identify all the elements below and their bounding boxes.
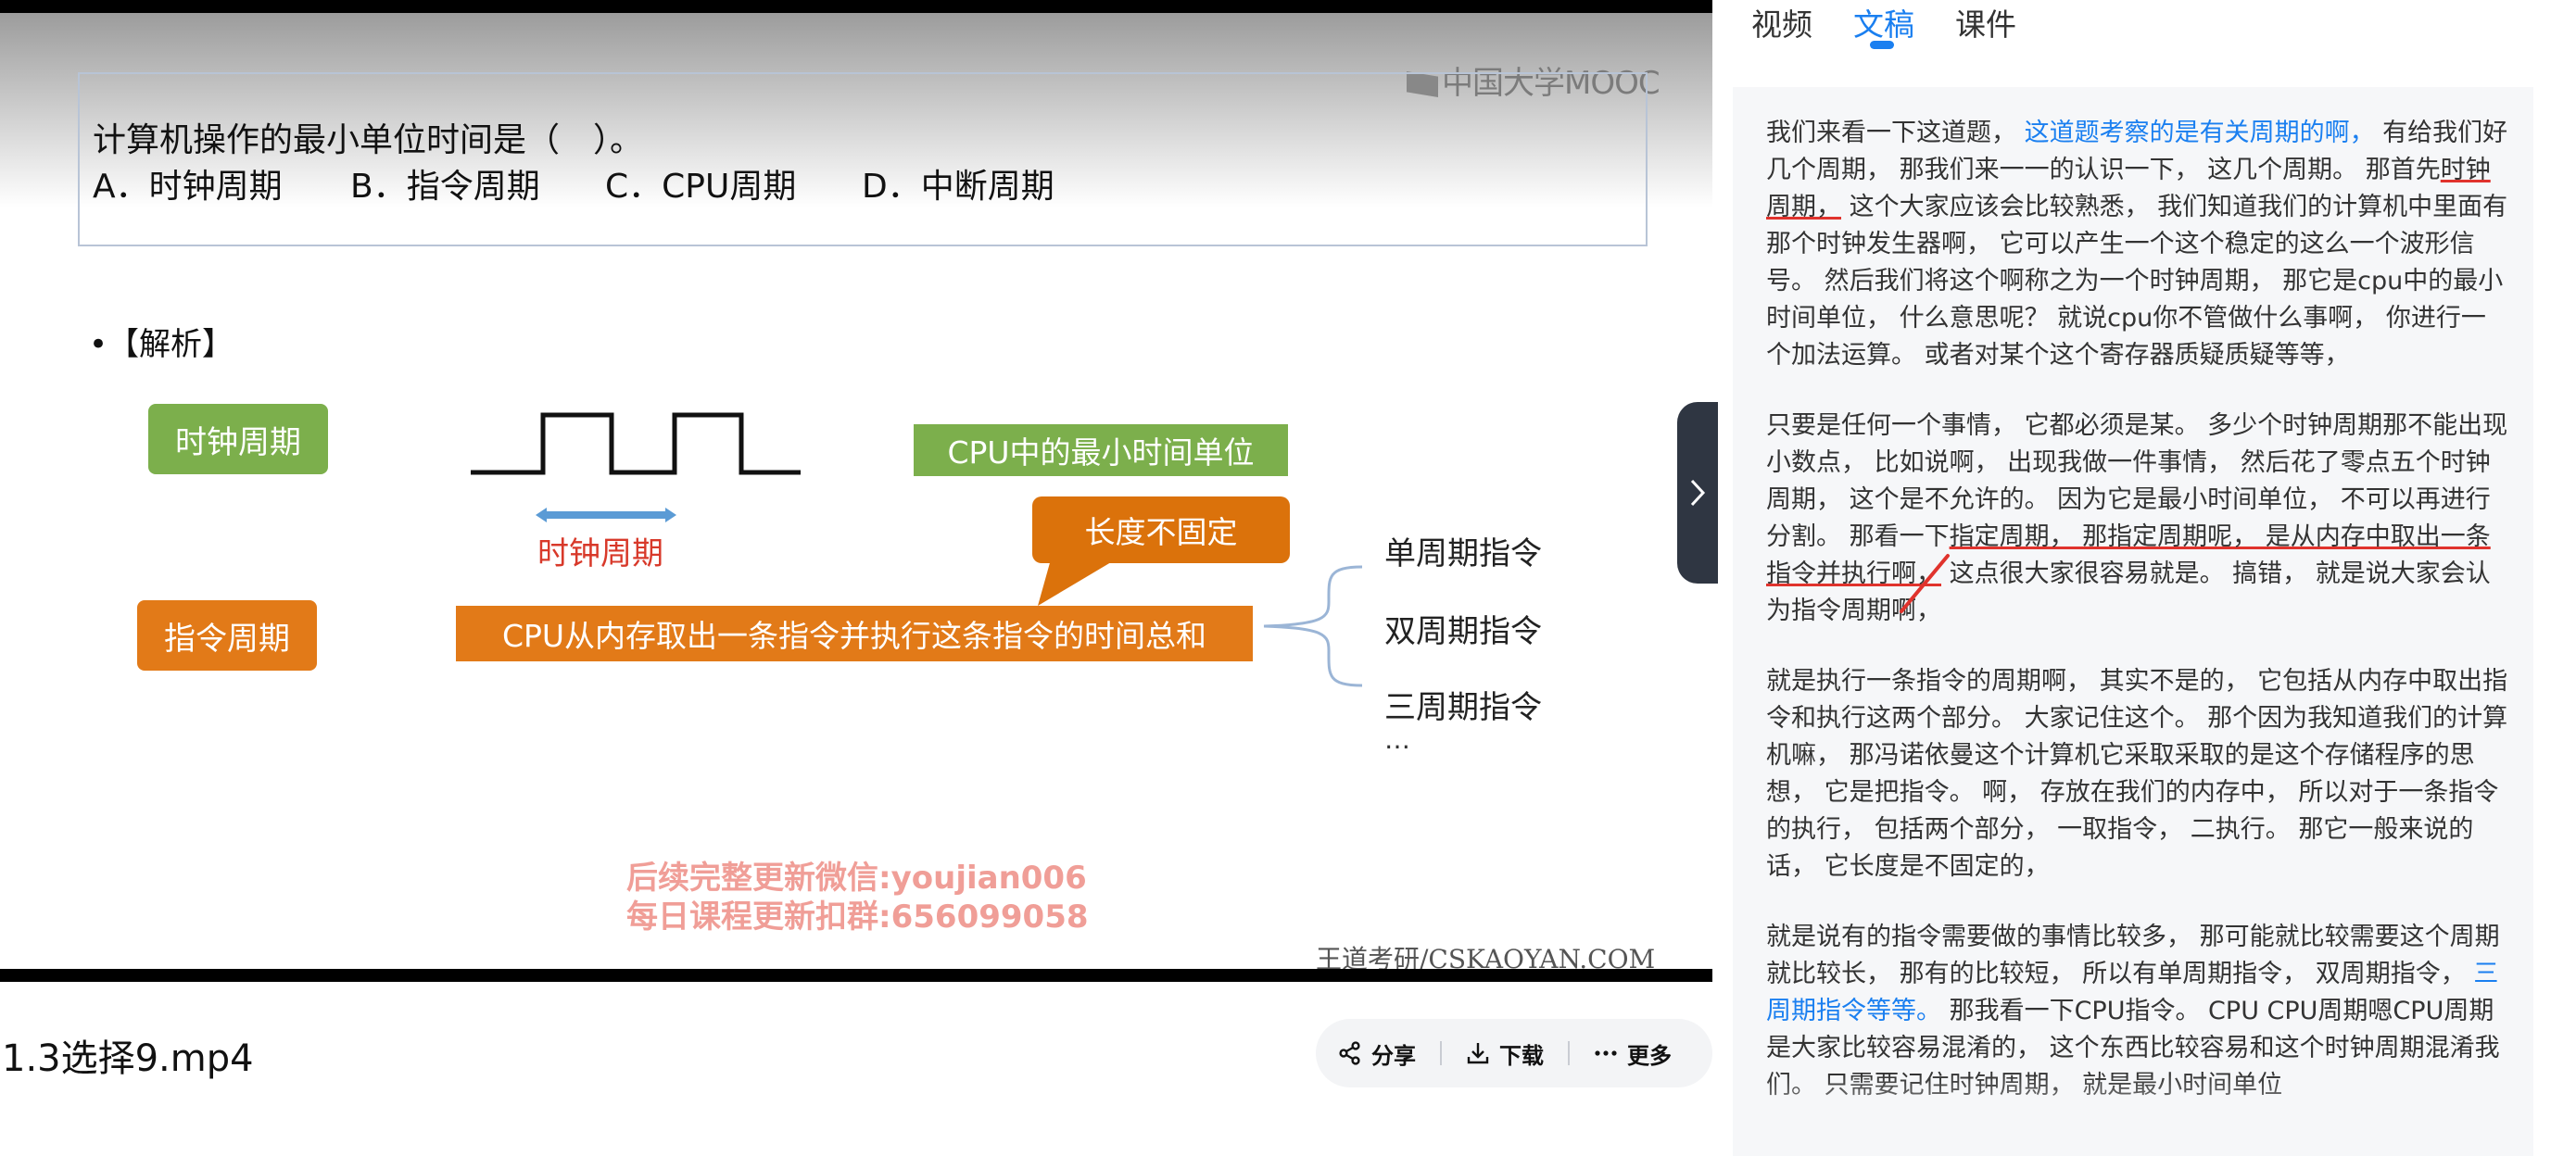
instruction-cycle-definition: CPU从内存取出一条指令并执行这条指令的时间总和 [456, 606, 1253, 661]
option-c: C．CPU周期 [605, 168, 797, 206]
brace-icon [1263, 565, 1363, 687]
question-text: 计算机操作的最小单位时间是（ ）。 [93, 121, 644, 159]
clock-waveform-icon [471, 412, 801, 475]
question-options: A．时钟周期 B．指令周期 C．CPU周期 D．中断周期 [93, 159, 1054, 207]
more-dots-icon [1595, 1050, 1617, 1056]
transcript-panel[interactable]: 我们来看一下这道题， 这道题考察的是有关周期的啊， 有给我们好几个周期， 那我们… [1733, 87, 2533, 1156]
download-label: 下载 [1499, 1042, 1544, 1069]
option-a: A．时钟周期 [93, 168, 283, 206]
more-button[interactable]: 更多 [1594, 1037, 1672, 1070]
share-button[interactable]: 分享 [1338, 1037, 1416, 1070]
video-file-name: 1.3选择9.mp4 [2, 1037, 254, 1080]
clock-cycle-label: 时钟周期 [537, 535, 663, 572]
clock-cycle-span-icon [536, 508, 676, 522]
watermark-group: 每日课程更新扣群:656099058 [626, 898, 1089, 936]
clock-cycle-chip: 时钟周期 [148, 404, 328, 474]
option-b: B．指令周期 [350, 168, 540, 206]
tab-courseware[interactable]: 课件 [1955, 0, 2016, 52]
share-label: 分享 [1371, 1042, 1416, 1069]
transcript-paragraph: 我们来看一下这道题， 这道题考察的是有关周期的啊， 有给我们好几个周期， 那我们… [1766, 115, 2509, 374]
site-watermark: 王道考研/CSKAOYAN.COM [1316, 944, 1656, 974]
tab-transcript[interactable]: 文稿 [1853, 0, 1914, 52]
panel-tabs: 视频 文稿 课件 [1751, 0, 2016, 52]
panel-toggle-button[interactable] [1677, 402, 1718, 584]
action-bar: 分享 下载 更多 [1316, 1019, 1712, 1087]
length-not-fixed-callout: 长度不固定 [1032, 496, 1290, 563]
divider [1568, 1041, 1570, 1065]
download-button[interactable]: 下载 [1466, 1037, 1544, 1070]
transcript-text: 这个大家应该会比较熟悉， 我们知道我们的计算机中里面有那个时钟发生器啊， 它可以… [1766, 193, 2508, 370]
transcript-paragraph: 只要是任何一个事情， 它都必须是某。 多少个时钟周期那不能出现小数点， 比如说啊… [1766, 408, 2509, 630]
transcript-text: 就是说有的指令需要做的事情比较多， 那可能就比较需要这个周期就比较长， 那有的比… [1766, 923, 2500, 988]
instruction-types-ellipsis: … [1384, 724, 1410, 755]
option-d: D．中断周期 [862, 168, 1054, 206]
share-icon [1339, 1041, 1360, 1065]
more-label: 更多 [1627, 1042, 1672, 1069]
transcript-paragraph: 就是执行一条指令的周期啊， 其实不是的， 它包括从内存中取出指令和执行这两个部分… [1766, 667, 2508, 881]
transcript-text: 我们来看一下这道题， [1766, 119, 2025, 147]
tab-video[interactable]: 视频 [1751, 0, 1812, 52]
triple-cycle-instruction: 三周期指令 [1384, 689, 1542, 726]
callout-tail-icon [1038, 559, 1116, 606]
instruction-cycle-chip: 指令周期 [137, 600, 317, 671]
transcript-highlight[interactable]: 这道题考察的是有关周期的啊， [2025, 119, 2375, 147]
analysis-heading: •【解析】 [89, 326, 234, 363]
transcript-fade [1733, 1074, 2533, 1156]
download-icon [1467, 1043, 1489, 1064]
pen-annotation-icon [1900, 554, 1950, 613]
video-player[interactable]: 中国大学MOOC 计算机操作的最小单位时间是（ ）。 A．时钟周期 B．指令周期… [0, 0, 1712, 982]
question-box: 计算机操作的最小单位时间是（ ）。 A．时钟周期 B．指令周期 C．CPU周期 … [78, 72, 1648, 246]
chevron-right-icon [1690, 479, 1706, 507]
single-cycle-instruction: 单周期指令 [1384, 535, 1542, 572]
divider [1440, 1041, 1442, 1065]
min-time-unit-box: CPU中的最小时间单位 [914, 424, 1288, 476]
double-cycle-instruction: 双周期指令 [1384, 613, 1542, 650]
